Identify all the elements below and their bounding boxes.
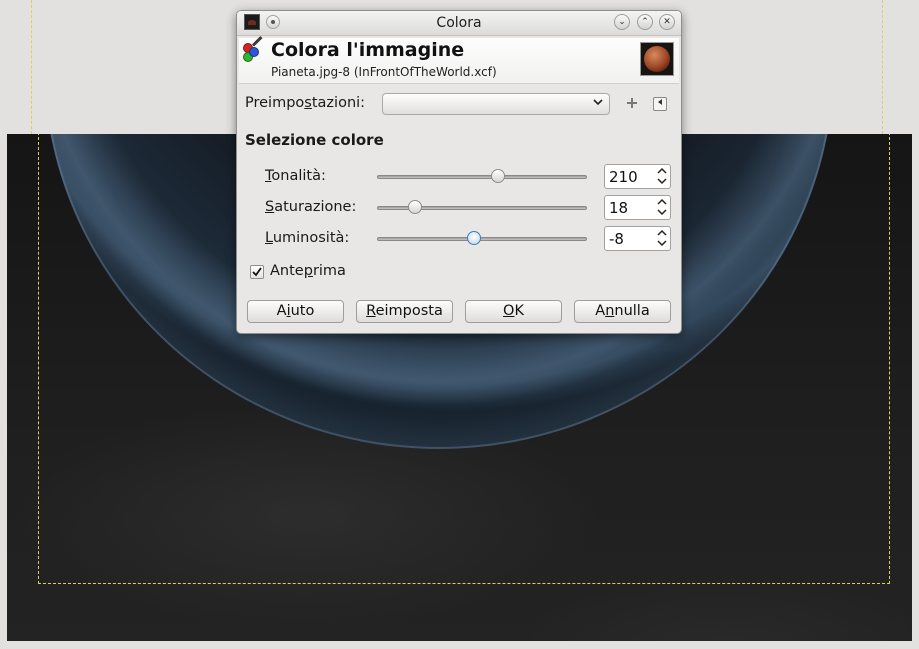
lightness-slider-track[interactable] bbox=[377, 237, 587, 241]
lightness-label: Luminosità: bbox=[265, 230, 350, 246]
ok-button[interactable]: OK bbox=[465, 300, 562, 323]
lightness-value: -8 bbox=[609, 230, 624, 248]
spin-arrows-icon[interactable] bbox=[656, 166, 668, 189]
colorize-tool-icon bbox=[243, 35, 265, 63]
window-titlebar[interactable]: Colora ⌄ ⌃ ✕ bbox=[237, 11, 681, 36]
lightness-spinbox[interactable]: -8 bbox=[604, 226, 671, 251]
maximize-button[interactable]: ⌃ bbox=[637, 14, 653, 30]
hue-slider-track[interactable] bbox=[377, 175, 587, 179]
chevron-down-icon bbox=[593, 96, 603, 110]
saturation-row: Saturazione: 18 bbox=[237, 194, 681, 222]
hue-value: 210 bbox=[609, 168, 638, 186]
saturation-value: 18 bbox=[609, 199, 629, 217]
preview-label[interactable]: Anteprima bbox=[270, 263, 346, 279]
image-thumbnail bbox=[640, 42, 674, 76]
presets-dropdown[interactable] bbox=[382, 93, 610, 115]
hue-spinbox[interactable]: 210 bbox=[604, 164, 671, 189]
lightness-row: Luminosità: -8 bbox=[237, 225, 681, 253]
hue-label: Tonalità: bbox=[265, 168, 326, 184]
saturation-slider-handle[interactable] bbox=[407, 200, 422, 214]
preset-menu-icon[interactable] bbox=[653, 97, 667, 111]
spin-arrows-icon[interactable] bbox=[656, 197, 668, 220]
dialog-header: Colora l'immagine Pianeta.jpg-8 (InFront… bbox=[239, 35, 679, 84]
presets-label: Preimpostazioni: bbox=[245, 95, 366, 111]
cancel-button[interactable]: Annulla bbox=[574, 300, 671, 323]
help-button[interactable]: Aiuto bbox=[247, 300, 344, 323]
hue-row: Tonalità: 210 bbox=[237, 163, 681, 191]
section-heading: Selezione colore bbox=[245, 131, 384, 149]
spin-arrows-icon[interactable] bbox=[656, 228, 668, 251]
reset-button[interactable]: Reimposta bbox=[356, 300, 453, 323]
image-name: Pianeta.jpg-8 (InFrontOfTheWorld.xcf) bbox=[271, 65, 497, 79]
lightness-slider-handle[interactable] bbox=[466, 231, 481, 245]
colorize-dialog: Colora ⌄ ⌃ ✕ Colora l'immagine Pianeta.j… bbox=[236, 10, 682, 334]
saturation-spinbox[interactable]: 18 bbox=[604, 195, 671, 220]
close-button[interactable]: ✕ bbox=[659, 14, 675, 30]
saturation-label: Saturazione: bbox=[265, 199, 357, 215]
minimize-button[interactable]: ⌄ bbox=[614, 14, 630, 30]
add-preset-icon[interactable] bbox=[625, 97, 639, 111]
preview-checkbox[interactable] bbox=[250, 265, 264, 279]
hue-slider-handle[interactable] bbox=[490, 169, 505, 183]
dialog-heading: Colora l'immagine bbox=[271, 39, 465, 61]
